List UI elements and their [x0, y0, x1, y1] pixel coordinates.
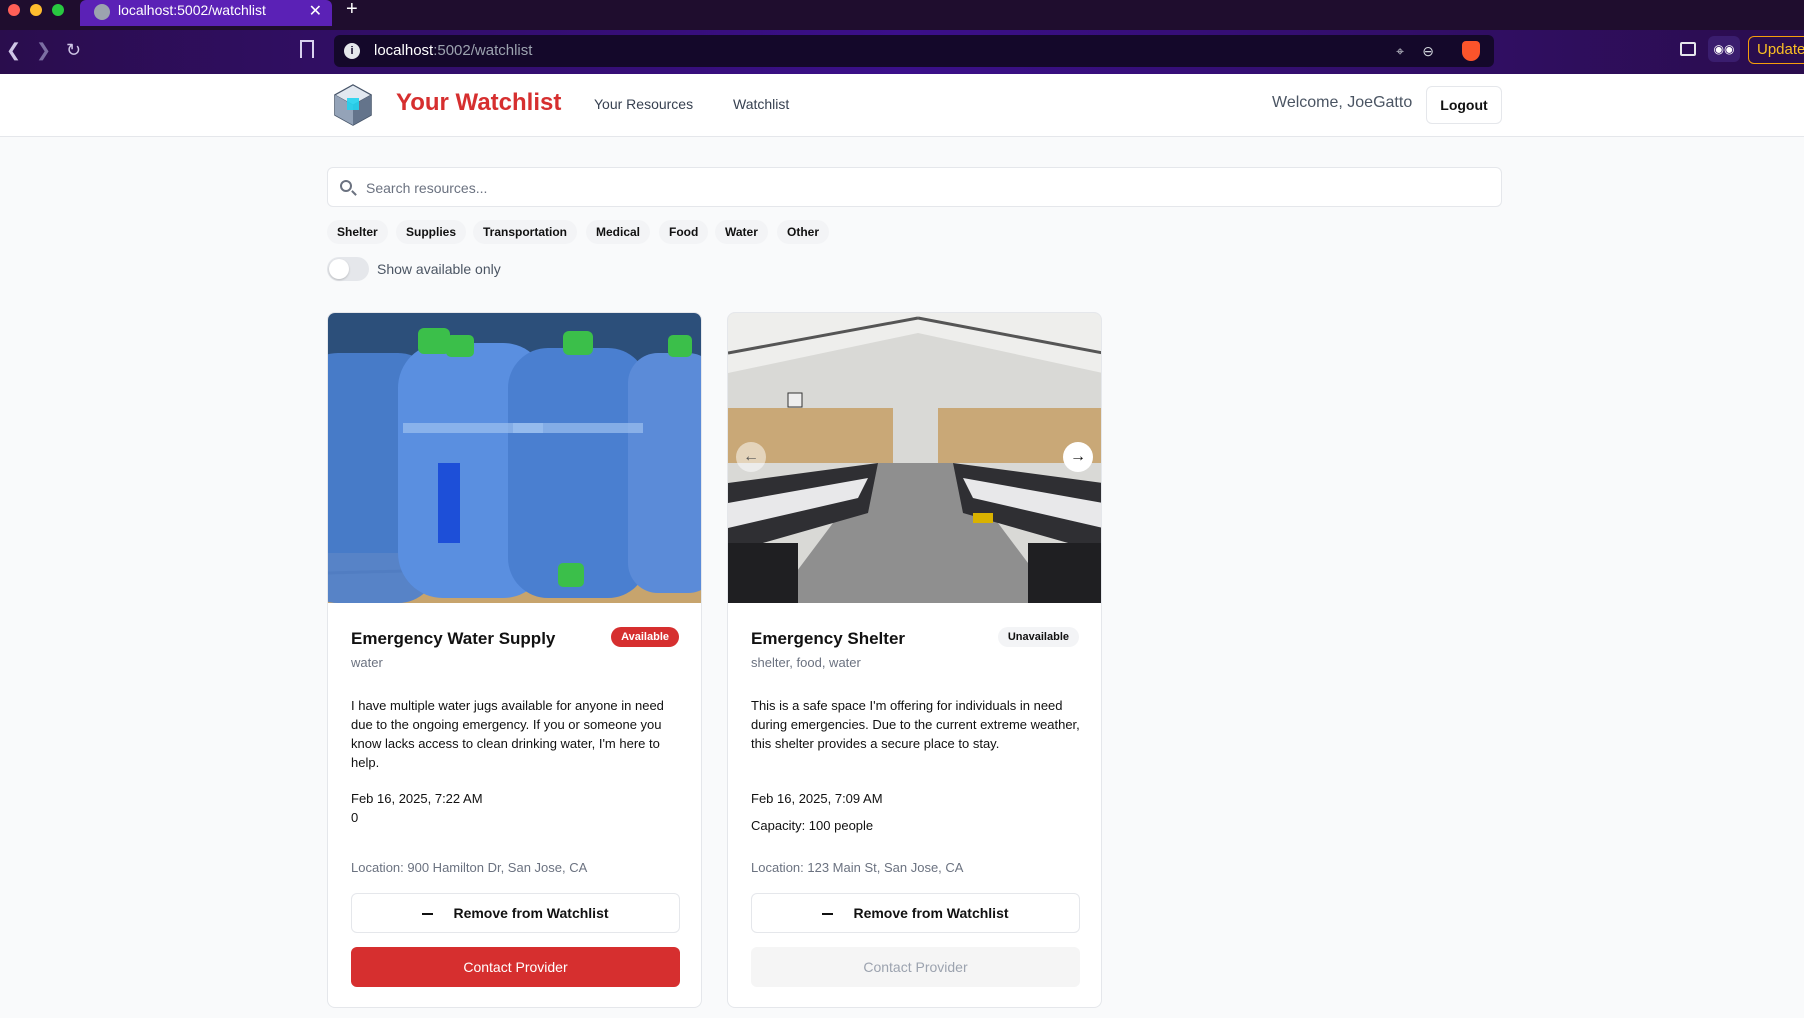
resource-name: Emergency Shelter [751, 629, 906, 648]
resource-location: Location: 900 Hamilton Dr, San Jose, CA [351, 860, 588, 875]
location-pin-icon[interactable]: ⌖ [1396, 43, 1404, 60]
resource-description: I have multiple water jugs available for… [351, 698, 664, 770]
globe-icon [94, 4, 110, 20]
resource-description: This is a safe space I'm offering for in… [751, 698, 1080, 751]
filter-chip-water[interactable]: Water [715, 220, 768, 244]
nav-your-resources[interactable]: Your Resources [594, 96, 693, 112]
resource-name: Emergency Water Supply [351, 629, 556, 648]
filter-chip-shelter[interactable]: Shelter [327, 220, 388, 244]
filter-chip-medical[interactable]: Medical [586, 220, 651, 244]
minus-icon [422, 913, 434, 916]
logout-button[interactable]: Logout [1426, 86, 1502, 124]
welcome-text: Welcome, JoeGatto [1272, 94, 1413, 111]
filter-chip-other[interactable]: Other [777, 220, 830, 244]
filter-chip-food[interactable]: Food [659, 220, 709, 244]
minus-icon [822, 913, 834, 916]
resource-image [328, 313, 701, 603]
browser-toolbar: ❮ ❯ ↻ i localhost:5002/watchlist ⌖ ⊖ ◉◉ … [0, 30, 1804, 74]
search-input[interactable]: Search resources... [327, 167, 1502, 207]
search-icon [340, 180, 352, 192]
status-badge: Unavailable [997, 627, 1079, 647]
remove-from-watchlist-button[interactable]: Remove from Watchlist [751, 893, 1080, 933]
remove-label: Remove from Watchlist [453, 905, 609, 921]
bookmark-icon[interactable] [300, 40, 314, 58]
tab-title: localhost:5002/watchlist [118, 2, 266, 18]
nav-watchlist[interactable]: Watchlist [733, 96, 789, 112]
available-only-label: Show available only [377, 261, 501, 277]
update-button[interactable]: Update [1748, 36, 1804, 64]
back-icon[interactable]: ❮ [6, 40, 21, 61]
resource-location: Location: 123 Main St, San Jose, CA [751, 860, 964, 875]
resource-date: Feb 16, 2025, 7:22 AM [351, 791, 483, 806]
remove-label: Remove from Watchlist [853, 905, 1009, 921]
resource-image [728, 313, 1101, 603]
contact-provider-button[interactable]: Contact Provider [751, 947, 1080, 987]
forward-icon[interactable]: ❯ [36, 40, 51, 61]
browser-tab-bar: localhost:5002/watchlist ✕ + [0, 0, 1804, 30]
filter-chip-supplies[interactable]: Supplies [396, 220, 467, 244]
brave-shield-icon[interactable] [1462, 41, 1480, 61]
resource-categories: water [351, 655, 383, 670]
search-placeholder: Search resources... [366, 180, 488, 196]
next-image-button[interactable]: → [1063, 442, 1093, 472]
sidebar-toggle-icon[interactable] [1680, 42, 1696, 56]
resource-quantity: 0 [351, 810, 359, 825]
resource-capacity: Capacity: 100 people [751, 818, 874, 833]
contact-provider-button[interactable]: Contact Provider [351, 947, 680, 987]
app-header: Your Watchlist Your Resources Watchlist … [0, 74, 1804, 137]
minimize-window-button[interactable] [30, 4, 42, 16]
resource-date: Feb 16, 2025, 7:09 AM [751, 791, 883, 806]
close-window-button[interactable] [8, 4, 20, 16]
previous-image-button[interactable]: ← [736, 442, 766, 472]
browser-tab[interactable]: localhost:5002/watchlist ✕ [80, 0, 332, 26]
page-title: Your Watchlist [396, 89, 562, 116]
new-tab-icon[interactable]: + [346, 0, 358, 21]
filter-chip-transportation[interactable]: Transportation [473, 220, 578, 244]
reload-icon[interactable]: ↻ [66, 40, 81, 61]
maximize-window-button[interactable] [52, 4, 64, 16]
remove-from-watchlist-button[interactable]: Remove from Watchlist [351, 893, 680, 933]
private-glasses-icon[interactable]: ◉◉ [1708, 36, 1740, 62]
available-only-toggle[interactable] [327, 257, 369, 281]
app-logo-icon[interactable] [330, 82, 376, 128]
resource-card: Emergency Water Supply Available water I… [327, 312, 702, 1008]
url-text[interactable]: localhost:5002/watchlist [374, 42, 532, 59]
resource-categories: shelter, food, water [751, 655, 861, 670]
zoom-icon[interactable]: ⊖ [1422, 43, 1434, 60]
address-bar[interactable]: i localhost:5002/watchlist ⌖ ⊖ [334, 35, 1494, 67]
close-tab-icon[interactable]: ✕ [309, 1, 322, 21]
status-badge: Available [611, 627, 679, 647]
site-info-icon[interactable]: i [344, 43, 360, 59]
resource-card: ← → Emergency Shelter Unavailable shelte… [727, 312, 1102, 1008]
